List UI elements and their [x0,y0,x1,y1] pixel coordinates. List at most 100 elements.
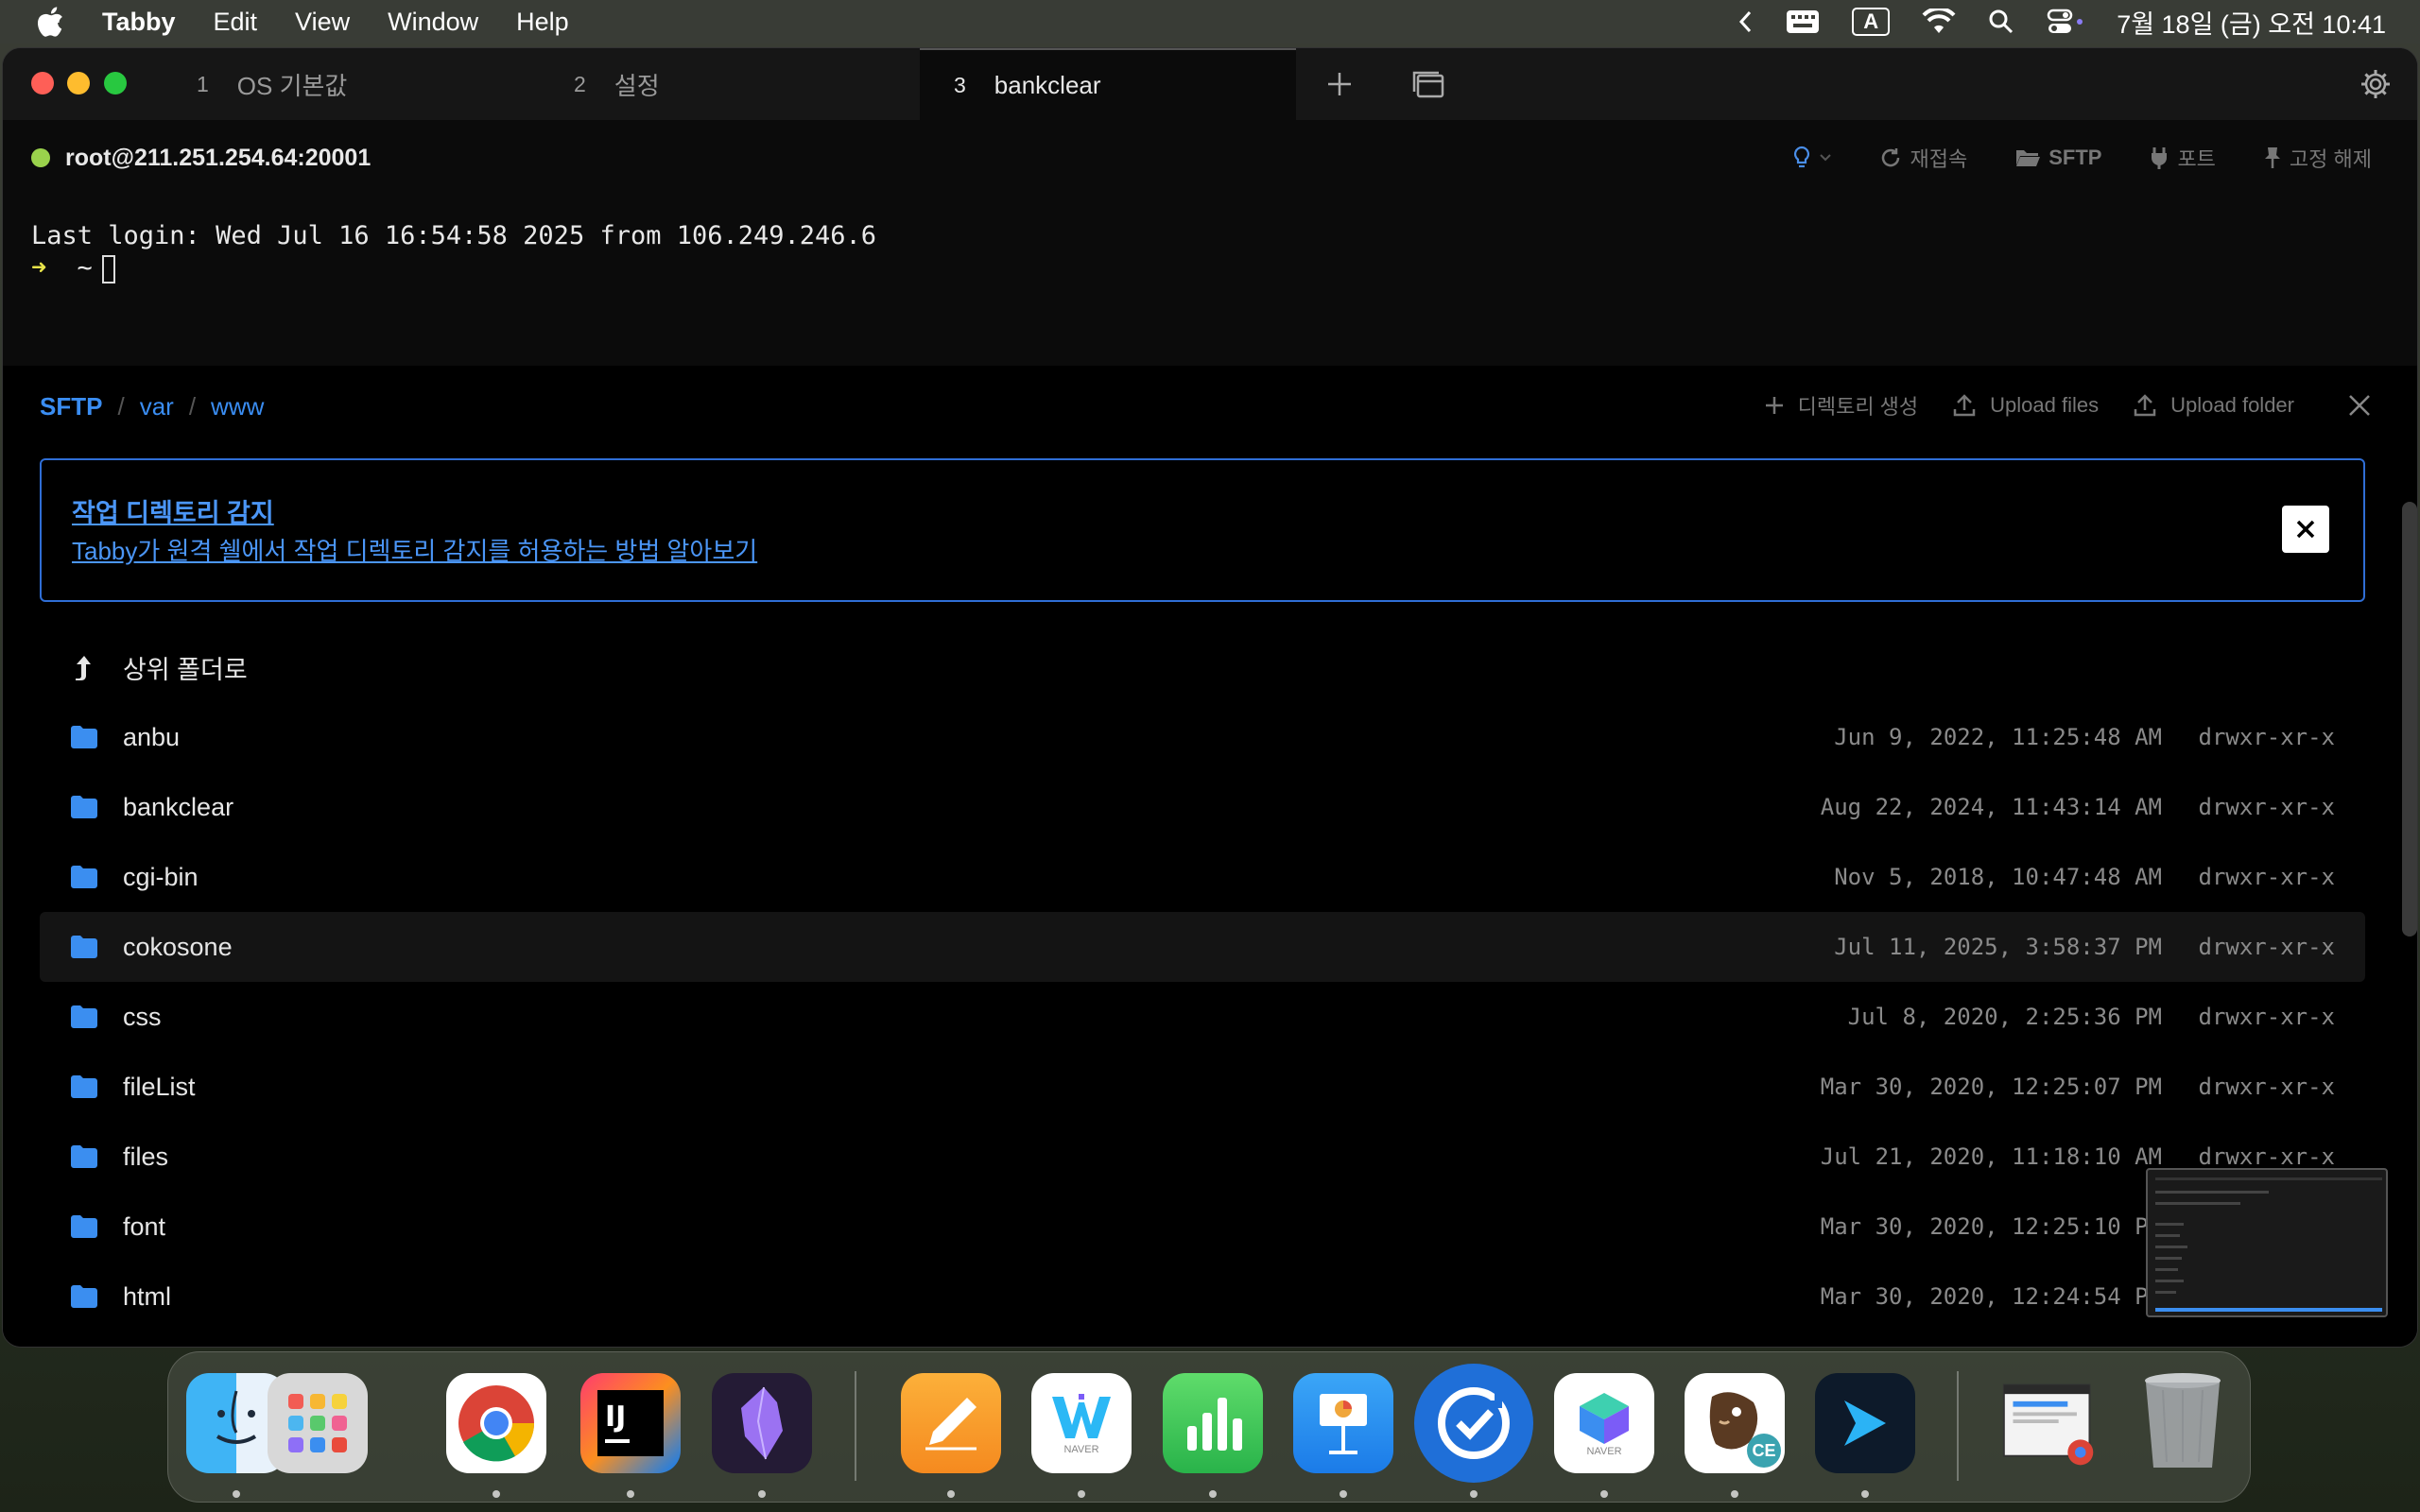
profiles-button[interactable] [1409,65,1447,103]
apple-menu-icon[interactable] [36,6,66,38]
file-row-anbu[interactable]: anbu Jun 9, 2022, 11:25:48 AM drwxr-xr-x [40,702,2365,772]
menu-window[interactable]: Window [388,8,478,37]
file-row-bankclear[interactable]: bankclear Aug 22, 2024, 11:43:14 AM drwx… [40,772,2365,842]
folder-icon [70,1143,98,1171]
keyboard-icon[interactable] [1786,9,1820,34]
sftp-label: SFTP [2048,146,2102,169]
intellij-icon: IJ [597,1390,664,1456]
file-row-css[interactable]: css Jul 8, 2020, 2:25:36 PM drwxr-xr-x [40,982,2365,1052]
scrollbar[interactable] [2402,502,2417,936]
menu-clock[interactable]: 7월 18일 (금) 오전 10:41 [2117,4,2386,41]
file-name: html [123,1281,172,1311]
menu-app-name[interactable]: Tabby [102,8,176,37]
reconnect-button[interactable]: 재접속 [1879,143,1967,173]
folder-icon [70,933,98,961]
breadcrumb-root[interactable]: SFTP [40,392,102,421]
sync-check-icon [1438,1387,1510,1459]
ce-badge: CE [1747,1434,1781,1468]
dock-backup[interactable] [1414,1364,1533,1483]
file-row-cgi-bin[interactable]: cgi-bin Nov 5, 2018, 10:47:48 AM drwxr-x… [40,842,2365,912]
file-date: Jul 11, 2025, 3:58:37 PM [1834,934,2162,960]
control-center-icon[interactable] [2047,9,2084,35]
file-date: Aug 22, 2024, 11:43:14 AM [1820,794,2162,820]
dock-naver-works[interactable]: NAVER [1554,1373,1654,1473]
settings-button[interactable] [2357,65,2394,103]
ports-button[interactable]: 포트 [2149,143,2216,173]
cwd-detection-notice: 작업 디렉토리 감지 Tabby가 원격 쉘에서 작업 디렉토리 감지를 허용하… [40,458,2365,602]
file-row-font[interactable]: font Mar 30, 2020, 12:25:10 PM drwxr-xr-… [40,1192,2365,1262]
dock-intellij[interactable]: IJ [580,1373,681,1473]
tab-os-default[interactable]: 1 OS 기본값 [3,48,379,120]
file-row-files[interactable]: files Jul 21, 2020, 11:18:10 AM drwxr-xr… [40,1122,2365,1192]
file-row-filelist[interactable]: fileList Mar 30, 2020, 12:25:07 PM drwxr… [40,1052,2365,1122]
dock-trash[interactable] [2133,1373,2233,1473]
dock-minimized-window[interactable] [2000,1373,2100,1473]
folder-icon [70,863,98,891]
file-permissions: drwxr-xr-x [2198,1004,2336,1030]
notice-close-button[interactable] [2282,506,2329,553]
running-indicator [233,1490,240,1498]
dock-numbers[interactable] [1163,1373,1263,1473]
tab-settings[interactable]: 2 설정 [379,48,755,120]
tab-label: bankclear [994,70,1101,99]
file-permissions: drwxr-xr-x [2198,934,2336,960]
chevron-left-icon[interactable] [1738,9,1754,34]
dock-chrome[interactable] [446,1373,546,1473]
hint-toggle[interactable] [1792,146,1832,170]
dock-prompt[interactable] [1815,1373,1915,1473]
session-actions: 재접속 SFTP 포트 고정 해제 [1792,120,2372,196]
sftp-panel: SFTP / var / www 디렉토리 생성 Upload files Up… [3,366,2417,1347]
dock-dbeaver[interactable]: CE [1685,1373,1785,1473]
running-indicator [758,1490,766,1498]
input-source-badge[interactable]: A [1852,8,1891,36]
close-icon [2296,520,2315,539]
upload-files-label: Upload files [1990,393,2100,417]
search-icon[interactable] [1988,9,2014,35]
screenshot-thumbnail[interactable] [2146,1168,2388,1317]
breadcrumb-var[interactable]: var [140,392,174,421]
running-indicator [1209,1490,1217,1498]
menu-view[interactable]: View [295,8,350,37]
prompt-dir: ~ [77,253,93,283]
dock-launchpad[interactable] [268,1373,368,1473]
upload-folder-button[interactable]: Upload folder [2133,393,2294,418]
sftp-button[interactable]: SFTP [2014,146,2101,170]
upload-files-button[interactable]: Upload files [1952,393,2099,418]
menu-edit[interactable]: Edit [214,8,258,37]
level-up-icon [70,653,98,681]
wifi-icon[interactable] [1922,9,1956,35]
plug-icon [2152,147,2168,169]
unpin-button[interactable]: 고정 해제 [2263,143,2372,173]
bar-chart-icon [1187,1398,1242,1451]
create-directory-button[interactable]: 디렉토리 생성 [1764,390,1918,421]
naver-label: NAVER [1586,1446,1622,1457]
dock-separator [855,1371,856,1481]
dock-keynote[interactable] [1293,1373,1393,1473]
folder-icon [70,793,98,821]
finder-icon [216,1390,257,1444]
dock-obsidian[interactable] [712,1373,812,1473]
tabby-window: 1 OS 기본값 2 설정 3 bankclear root@211.251.2… [2,47,2418,1348]
prompt-arrow: ➜ [31,253,47,283]
file-row-html[interactable]: html Mar 30, 2020, 12:24:54 PM drwxr-xr-… [40,1262,2365,1332]
chrome-icon [458,1385,535,1462]
tab-bankclear[interactable]: 3 bankclear [920,48,1296,120]
folder-icon [70,1003,98,1031]
terminal-output[interactable]: Last login: Wed Jul 16 16:54:58 2025 fro… [31,220,876,284]
terminal-line: Last login: Wed Jul 16 16:54:58 2025 fro… [31,221,877,250]
dock-pages[interactable] [901,1373,1001,1473]
parent-folder-row[interactable]: 상위 폴더로 [40,632,2365,702]
file-row-cokosone[interactable]: cokosone Jul 11, 2025, 3:58:37 PM drwxr-… [40,912,2365,982]
breadcrumb-www[interactable]: www [211,392,264,421]
notice-link[interactable]: Tabby가 원격 쉘에서 작업 디렉토리 감지를 허용하는 방법 알아보기 [72,532,757,567]
close-sftp-button[interactable] [2347,393,2372,418]
menu-help[interactable]: Help [516,8,569,37]
notice-title[interactable]: 작업 디렉토리 감지 [72,492,274,529]
launchpad-icon [288,1394,347,1452]
menu-bar-extras: A 7월 18일 (금) 오전 10:41 [1738,0,2386,43]
file-date: Mar 30, 2020, 12:25:07 PM [1820,1074,2162,1100]
file-permissions: drwxr-xr-x [2198,724,2336,750]
new-tab-button[interactable] [1321,65,1358,103]
connection-status-dot [31,148,50,167]
dock-naver-whale[interactable]: NAVER [1031,1373,1132,1473]
